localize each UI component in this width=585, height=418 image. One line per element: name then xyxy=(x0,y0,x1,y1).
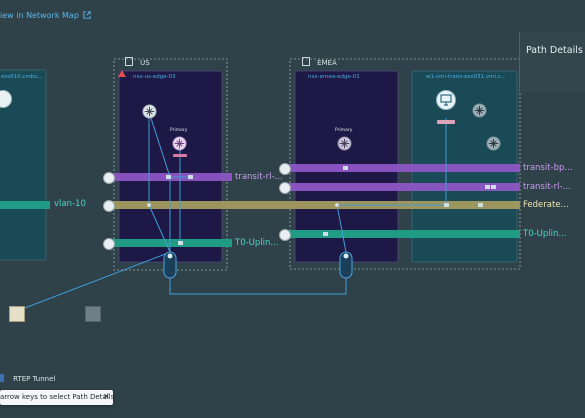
federated-segment-icon[interactable] xyxy=(103,200,115,212)
emea-primary-label: Primary xyxy=(335,128,353,133)
emea-location-text: EMEA xyxy=(317,59,337,67)
us-router-icon[interactable] xyxy=(142,104,157,123)
emea-router-icon-2[interactable] xyxy=(472,103,487,122)
vm-status-bar xyxy=(437,120,455,124)
us-edge-name[interactable]: nsx-us-edge-03 xyxy=(133,74,176,80)
emea-transit-bp-segment-label[interactable]: transit-bp... xyxy=(523,163,573,173)
us-primary-router-icon[interactable] xyxy=(172,136,187,155)
us-uplink-segment-bar[interactable] xyxy=(112,239,232,247)
building-icon xyxy=(302,57,310,66)
emea-router-icon[interactable] xyxy=(337,136,352,155)
host-icon-2[interactable] xyxy=(85,306,101,322)
keyboard-hint-toast: arrow keys to select Path Details ✕ xyxy=(0,390,115,405)
path-details-title: Path Details xyxy=(526,45,583,56)
rtep-tunnel-legend-label: RTEP Tunnel xyxy=(13,375,56,383)
emea-host-name[interactable]: w1-vmi-trans-esx031.vmi.c... xyxy=(426,74,514,80)
toast-close-button[interactable]: ✕ xyxy=(103,392,110,401)
emea-uplink-segment-label[interactable]: T0-Uplin... xyxy=(523,229,567,239)
emea-uplink-segment-icon[interactable] xyxy=(279,229,291,241)
us-location-label: US xyxy=(125,50,150,69)
us-primary-bar xyxy=(173,154,187,157)
us-uplink-segment-label[interactable]: T0-Uplin... xyxy=(235,238,279,248)
emea-uplink-segment-bar[interactable] xyxy=(287,230,520,238)
federated-segment-label[interactable]: Federate... xyxy=(523,200,569,210)
legend: RTEP Tunnel xyxy=(0,366,55,385)
emea-tunnel-port xyxy=(343,253,349,259)
emea-transit-rl-segment-label[interactable]: transit-rl-... xyxy=(523,182,571,192)
toast-text: arrow keys to select Path Details xyxy=(0,393,115,401)
us-transit-segment-label[interactable]: transit-rl-... xyxy=(235,172,283,182)
monitor-icon[interactable] xyxy=(436,90,456,114)
us-transit-segment-icon[interactable] xyxy=(103,172,115,184)
emea-location-label: EMEA xyxy=(302,50,337,69)
emea-router-icon-3[interactable] xyxy=(486,136,501,155)
us-location-text: US xyxy=(140,59,150,67)
us-primary-label: Primary xyxy=(170,128,188,133)
us-uplink-segment-icon[interactable] xyxy=(103,238,115,250)
host-icon[interactable] xyxy=(9,306,25,322)
rtep-tunnel-legend-icon xyxy=(0,374,4,382)
left-edge-name[interactable]: ess010.cmbu... xyxy=(1,74,45,80)
vlan-segment-label[interactable]: vlan-10 xyxy=(54,199,86,209)
emea-transit-bp-segment-bar[interactable] xyxy=(287,164,520,172)
emea-transit-rl-segment-icon[interactable] xyxy=(279,182,291,194)
path-details-panel[interactable]: Path Details xyxy=(519,32,585,92)
emea-edge-name[interactable]: nsx-emea-edge-01 xyxy=(308,74,360,80)
building-icon xyxy=(125,57,133,66)
vlan-segment-bar[interactable] xyxy=(0,201,50,209)
us-tunnel-port xyxy=(167,253,173,259)
topology-canvas xyxy=(0,58,521,312)
